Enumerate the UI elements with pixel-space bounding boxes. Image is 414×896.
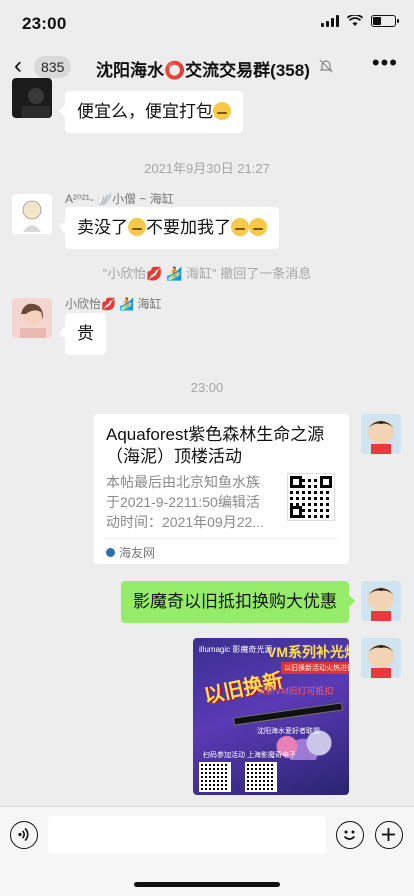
image-subtitle: 以旧换新活动火热进行中: [281, 662, 349, 674]
plus-icon: [382, 828, 395, 841]
divider: [106, 538, 337, 539]
voice-input-button[interactable]: [10, 821, 38, 849]
thinking-emoji-icon: [213, 102, 231, 120]
message-bubble[interactable]: 贵: [59, 313, 106, 355]
image-red-text: 买新VM旧灯可抵扣: [257, 686, 334, 696]
recall-notice: "小欣怡💋 🏄 海缸" 撤回了一条消息: [102, 266, 312, 281]
message-text: 不要加我了: [146, 218, 231, 237]
source-name: 海友网: [119, 546, 156, 560]
back-chevron-icon[interactable]: ‹: [14, 53, 22, 79]
chat-header: ‹ 835 沈阳海水⭕交流交易群(358) •••: [0, 46, 414, 88]
self-avatar[interactable]: [361, 638, 401, 678]
qr-code-image: [199, 762, 231, 792]
timestamp: 2021年9月30日 21:27: [144, 161, 270, 176]
home-indicator[interactable]: [134, 882, 280, 887]
image-brand: illumagic 影魔奇光源: [199, 645, 273, 654]
link-card[interactable]: Aquaforest紫色森林生命之源（海泥）顶楼活动 本帖最后由北京知鱼水族 于…: [94, 414, 349, 564]
message-text: 便宜么，便宜打包: [77, 102, 213, 121]
smirk-emoji-icon: [128, 218, 146, 236]
qr-code-image: [245, 762, 277, 792]
card-source: 海友网: [106, 544, 155, 561]
self-avatar[interactable]: [361, 581, 401, 621]
light-fixture-illustration: [232, 702, 344, 726]
avatar[interactable]: [12, 298, 52, 338]
sender-name: A²⁰²¹- 🪽小僧 ~ 海缸: [65, 192, 174, 206]
message-text: 卖没了: [77, 218, 128, 237]
image-message[interactable]: illumagic 影魔奇光源 VM系列补光灯 以旧换新活动火热进行中 以旧换新…: [193, 638, 349, 795]
self-avatar[interactable]: [361, 414, 401, 454]
source-logo-icon: [106, 548, 115, 557]
smiley-icon: [343, 830, 356, 840]
smirk-emoji-icon: [231, 218, 249, 236]
status-bar: 23:00: [0, 0, 414, 46]
muted-bell-icon: [319, 59, 333, 73]
wifi-icon: [347, 15, 363, 26]
voice-icon: [18, 827, 29, 842]
status-icons: [321, 15, 399, 27]
smirk-emoji-icon: [249, 218, 267, 236]
message-bubble[interactable]: 便宜么，便宜打包: [59, 91, 243, 133]
image-caption: 沈阳海水爱好者联盟: [257, 728, 320, 735]
message-input[interactable]: [48, 816, 326, 854]
timestamp: 23:00: [190, 380, 224, 395]
avatar[interactable]: [12, 194, 52, 234]
avatar[interactable]: [12, 78, 52, 118]
card-desc-line: 于2021-9-2211:50编辑活: [106, 494, 260, 510]
chat-title: 沈阳海水⭕交流交易群(358): [96, 61, 310, 80]
message-text: 贵: [77, 324, 94, 343]
sender-name: 小欣怡💋 🏄 海缸: [65, 297, 162, 311]
image-caption: 扫码参加活动 上海影魔奇电子: [203, 752, 296, 759]
card-description: 本帖最后由北京知鱼水族 于2021-9-2211:50编辑活 动时间：2021年…: [106, 472, 276, 532]
qr-code-image: [287, 473, 335, 521]
unread-count-badge[interactable]: 835: [34, 56, 72, 78]
status-time: 23:00: [22, 14, 67, 33]
more-options-icon[interactable]: •••: [372, 52, 398, 74]
message-text: 影魔奇以旧抵扣换购大优惠: [133, 592, 337, 611]
more-actions-button[interactable]: [375, 821, 403, 849]
card-title: Aquaforest紫色森林生命之源（海泥）顶楼活动: [106, 425, 325, 466]
message-bubble[interactable]: 卖没了 不要加我了: [59, 207, 279, 249]
cellular-signal-icon: [321, 15, 339, 27]
image-title: VM系列补光灯: [267, 644, 349, 660]
card-desc-line: 本帖最后由北京知鱼水族: [106, 474, 260, 490]
message-bubble-self[interactable]: 影魔奇以旧抵扣换购大优惠: [121, 581, 355, 623]
battery-icon: [371, 15, 399, 27]
emoji-button[interactable]: [336, 821, 364, 849]
card-desc-line: 动时间：2021年09月22...: [106, 514, 264, 530]
